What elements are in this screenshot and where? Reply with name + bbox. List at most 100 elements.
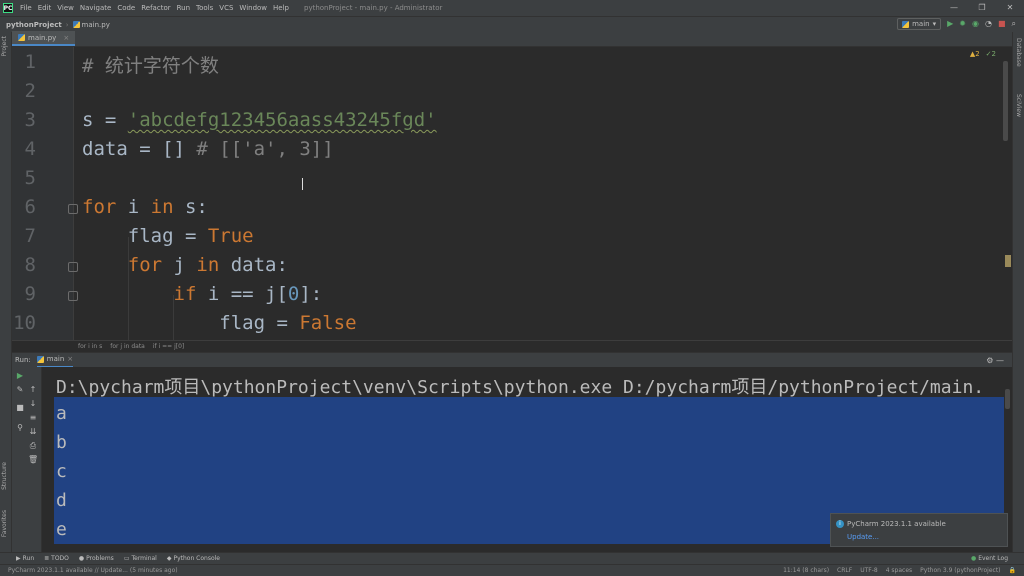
console-line: D:\pycharm项目\pythonProject\venv\Scripts\… xyxy=(56,377,985,398)
menu-tools[interactable]: Tools xyxy=(193,4,216,12)
chevron-down-icon: ▾ xyxy=(932,20,937,28)
code-line-10: flag = False xyxy=(82,312,356,334)
caret-position[interactable]: 11:14 (8 chars) xyxy=(783,567,829,574)
scroll-up-icon[interactable]: ↑ xyxy=(28,385,38,395)
menu-view[interactable]: View xyxy=(54,4,77,12)
debug-icon[interactable]: ✹ xyxy=(959,18,966,30)
soft-wrap-icon[interactable]: ≡ xyxy=(28,413,38,423)
console-scrollbar[interactable] xyxy=(1005,389,1010,409)
breadcrumb-item[interactable]: for j in data xyxy=(110,343,145,350)
code-line-1: # 统计字符个数 xyxy=(82,51,219,78)
tab-terminal-label: Terminal xyxy=(131,555,157,562)
menu-code[interactable]: Code xyxy=(114,4,138,12)
scroll-to-end-icon[interactable]: ⇊ xyxy=(28,427,38,437)
database-tool-button[interactable]: Database xyxy=(1015,38,1022,67)
indent-setting[interactable]: 4 spaces xyxy=(886,567,912,574)
close-window-button[interactable]: ✕ xyxy=(996,0,1024,16)
sciview-tool-button[interactable]: SciView xyxy=(1015,94,1022,117)
file-encoding[interactable]: UTF-8 xyxy=(860,567,878,574)
project-tool-button[interactable]: Project xyxy=(1,36,8,57)
trash-icon[interactable]: 🗑 xyxy=(28,455,38,465)
python-console-icon: ◆ xyxy=(166,555,172,562)
keyword: True xyxy=(207,225,254,247)
window-controls: — ❐ ✕ xyxy=(940,0,1024,16)
fold-marker-icon[interactable] xyxy=(68,262,78,272)
python-interpreter[interactable]: Python 3.9 (pythonProject) xyxy=(920,567,1000,574)
stop-icon[interactable]: ■ xyxy=(998,18,1006,30)
keyword: in xyxy=(150,196,174,218)
close-tab-icon[interactable]: × xyxy=(67,355,73,363)
tab-run[interactable]: ▶ Run xyxy=(16,555,34,562)
breadcrumb-item[interactable]: for i in s xyxy=(78,343,102,350)
breadcrumb-item[interactable]: if i == j[0] xyxy=(153,343,184,350)
code-text: s: xyxy=(173,196,208,218)
run-config-select[interactable]: main ▾ xyxy=(897,18,942,30)
menu-edit[interactable]: Edit xyxy=(35,4,55,12)
code-text: j xyxy=(162,254,197,276)
tab-main-py[interactable]: main.py × xyxy=(12,31,76,46)
menu-refactor[interactable]: Refactor xyxy=(138,4,173,12)
tab-problems[interactable]: ● Problems xyxy=(79,555,114,562)
close-tab-icon[interactable]: × xyxy=(63,34,69,42)
error-stripe-marker[interactable] xyxy=(1005,255,1011,267)
menu-run[interactable]: Run xyxy=(174,4,193,12)
menu-help[interactable]: Help xyxy=(270,4,292,12)
update-link[interactable]: Update... xyxy=(847,533,879,541)
scroll-down-icon[interactable]: ↓ xyxy=(28,399,38,409)
keyword: in xyxy=(196,254,220,276)
code-editor[interactable]: 1 2 3 4 5 6 7 8 9 10 # 统计字符个数 s = 'abcde… xyxy=(12,47,1012,340)
favorites-tool-button[interactable]: Favorites xyxy=(1,510,8,537)
coverage-icon[interactable]: ◉ xyxy=(972,18,979,30)
menu-file[interactable]: File xyxy=(17,4,35,12)
warning-count: ▲2 xyxy=(969,50,980,58)
code-text: data = [] xyxy=(82,138,185,160)
string-literal: 'abcdefg123456aass43245fgd' xyxy=(127,109,437,131)
event-log-icon: ● xyxy=(970,555,977,562)
status-message[interactable]: PyCharm 2023.1.1 available // Update... … xyxy=(8,567,178,574)
breadcrumb-file-label: main.py xyxy=(81,20,110,29)
stop-icon[interactable]: ■ xyxy=(15,403,25,413)
toolbar-right: main ▾ ▶ ✹ ◉ ◔ ■ ⌕ xyxy=(897,18,1016,30)
pin-icon[interactable]: ⚲ xyxy=(15,423,25,433)
lock-icon[interactable]: 🔒 xyxy=(1009,567,1016,574)
run-icon[interactable]: ▶ xyxy=(947,18,953,30)
editor-tabs: main.py × xyxy=(12,31,1012,47)
event-log-button[interactable]: ● Event Log xyxy=(971,555,1008,562)
minimize-button[interactable]: — xyxy=(940,0,968,16)
menu-window[interactable]: Window xyxy=(236,4,270,12)
inspection-widget[interactable]: ▲2 ✓2 xyxy=(970,50,996,58)
restore-button[interactable]: ❐ xyxy=(968,0,996,16)
run-tab-main[interactable]: main × xyxy=(36,353,74,368)
line-separator[interactable]: CRLF xyxy=(837,567,852,574)
gear-icon[interactable]: ⚙ — xyxy=(986,356,1004,365)
structure-tool-button[interactable]: Structure xyxy=(1,462,8,490)
console-line: c xyxy=(56,461,67,482)
rerun-icon[interactable]: ▶ xyxy=(15,371,25,381)
line-number: 4 xyxy=(24,138,36,160)
line-number: 2 xyxy=(24,80,36,102)
search-everywhere-icon[interactable]: ⌕ xyxy=(1012,18,1016,30)
line-number: 5 xyxy=(24,167,36,189)
print-icon[interactable]: ⎙ xyxy=(28,441,38,451)
notification-title: PyCharm 2023.1.1 available xyxy=(847,520,946,528)
breadcrumb-project[interactable]: pythonProject xyxy=(6,21,62,29)
fold-marker-icon[interactable] xyxy=(68,204,78,214)
run-config-label: main xyxy=(912,20,930,28)
check-count: ✓2 xyxy=(985,50,996,58)
code-line-8: for j in data: xyxy=(82,254,288,276)
run-panel-label: Run: xyxy=(15,356,31,364)
menu-navigate[interactable]: Navigate xyxy=(77,4,114,12)
breadcrumb-file[interactable]: main.py xyxy=(72,20,110,29)
editor-scrollbar[interactable] xyxy=(1003,61,1008,141)
tab-python-console[interactable]: ◆ Python Console xyxy=(167,555,220,562)
tab-todo[interactable]: ≣ TODO xyxy=(44,555,69,562)
menu-vcs[interactable]: VCS xyxy=(216,4,236,12)
profile-icon[interactable]: ◔ xyxy=(985,18,992,30)
tab-terminal[interactable]: ▭ Terminal xyxy=(124,555,157,562)
code-breadcrumb: for i in s for j in data if i == j[0] xyxy=(12,340,1012,352)
code-text: flag = xyxy=(82,312,300,334)
line-number: 8 xyxy=(24,254,36,276)
fold-marker-icon[interactable] xyxy=(68,291,78,301)
run-tab-label: main xyxy=(46,355,65,363)
wrench-icon[interactable]: ✎ xyxy=(15,385,25,395)
